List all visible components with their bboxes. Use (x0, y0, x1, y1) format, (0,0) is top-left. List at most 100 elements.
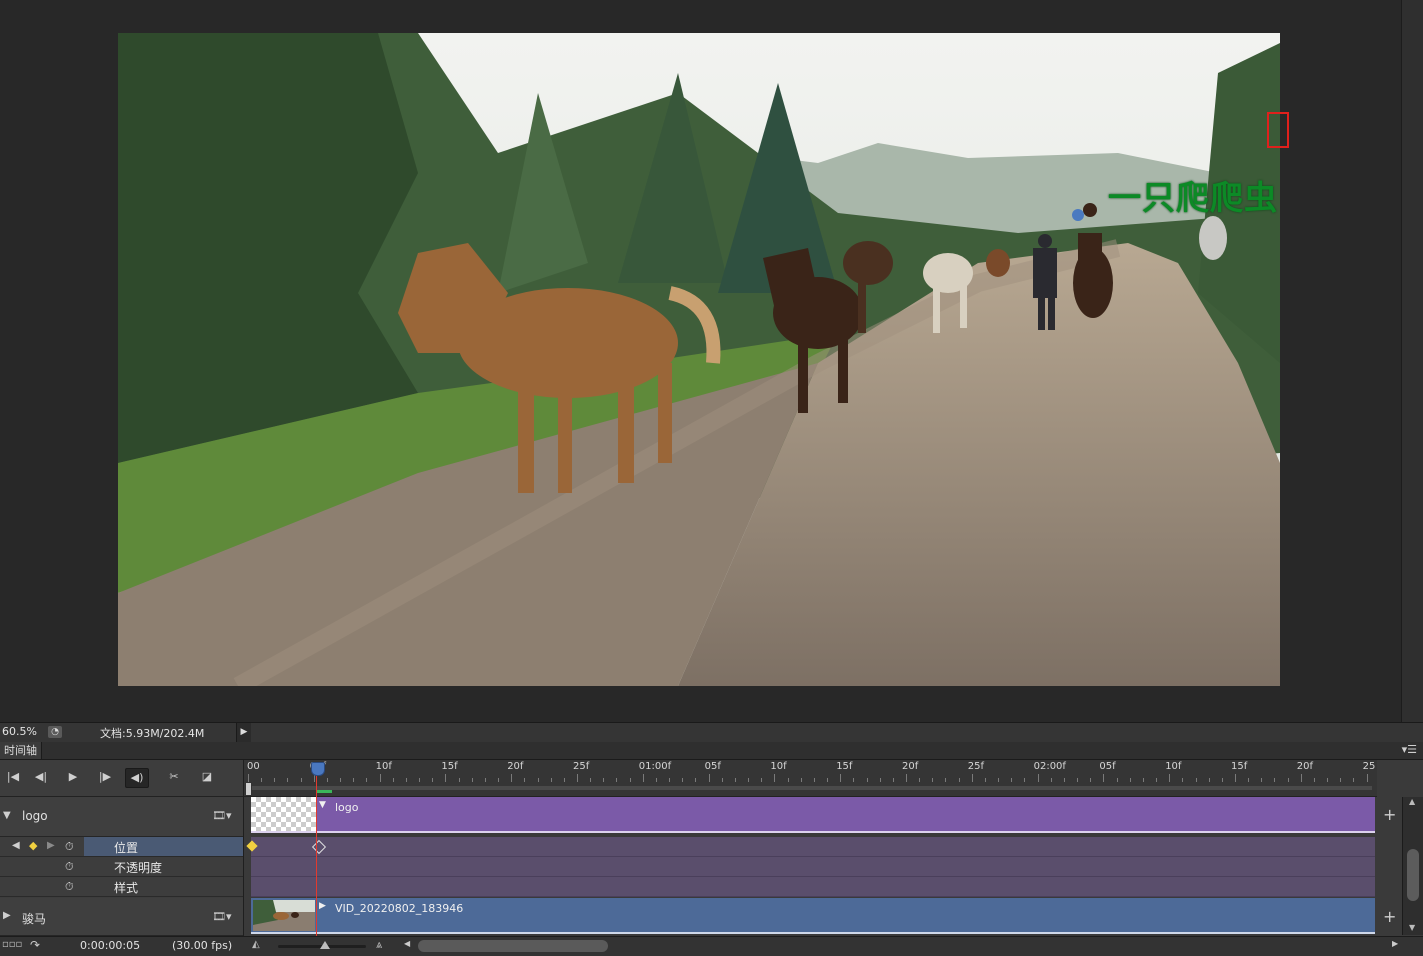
ruler-tick-label: 10f (1165, 761, 1182, 772)
stopwatch-icon[interactable]: ⏱ (65, 860, 74, 874)
ruler-minor-tick (1261, 778, 1263, 782)
keyframe-icon[interactable] (311, 839, 327, 855)
next-keyframe-icon[interactable]: ▶ (47, 840, 55, 851)
tab-timeline[interactable]: 时间轴 (0, 742, 42, 759)
property-label: 不透明度 (114, 861, 163, 875)
ruler-minor-tick (1129, 778, 1131, 782)
ruler-minor-tick (1156, 778, 1158, 782)
property-row-style[interactable]: ⏱ 样式 (0, 877, 243, 897)
scroll-right-icon[interactable]: ▶ (1392, 939, 1398, 948)
film-menu-icon[interactable]: 🎞▾ (212, 910, 232, 923)
zoom-slider-thumb[interactable] (320, 941, 330, 949)
ruler-tick (577, 774, 578, 782)
playback-controls: |◀ ◀| ▶ |▶ ◀) ✂ ◪ (0, 760, 243, 797)
transition-icon[interactable]: ◪ (196, 768, 218, 786)
vertical-scrollbar[interactable] (1401, 0, 1423, 722)
work-area-start-handle[interactable] (245, 782, 252, 796)
ruler-minor-tick (550, 778, 552, 782)
zoom-out-icon[interactable]: ◭ (252, 939, 260, 950)
stopwatch-icon[interactable]: ⏱ (65, 840, 74, 854)
scroll-up-icon[interactable]: ▲ (1409, 797, 1415, 806)
ruler-tick (1169, 774, 1171, 782)
ruler-tick (708, 774, 710, 782)
ruler-minor-tick (1182, 778, 1184, 782)
playhead-handle[interactable] (311, 762, 325, 776)
video-frame[interactable]: 一只爬爬虫 (118, 33, 1280, 686)
ruler-minor-tick (932, 778, 934, 782)
add-keyframe-icon[interactable]: ◆ (29, 839, 37, 852)
panel-menu-icon[interactable]: ▾☰ (1402, 743, 1417, 756)
scroll-thumb[interactable] (1407, 849, 1419, 901)
clip-logo[interactable]: ▼ logo (251, 797, 1375, 833)
ruler-minor-tick (405, 778, 407, 782)
film-menu-icon[interactable]: 🎞▾ (212, 809, 232, 822)
go-to-first-frame-icon[interactable]: |◀ (2, 768, 24, 786)
time-ruler[interactable]: 00 05f 10f 15f 20f 25f 01:00f 05f 10f 15f 20f 25f 02… (244, 760, 1377, 797)
watermark-text[interactable]: 一只爬爬虫 (1108, 171, 1278, 219)
ruler-minor-tick (1024, 778, 1026, 782)
ruler-minor-tick (353, 778, 355, 782)
ruler-minor-tick (734, 778, 736, 782)
timeline-vertical-scrollbar[interactable]: ▲ ▼ (1402, 797, 1423, 935)
scroll-left-icon[interactable]: ◀ (404, 939, 410, 948)
next-frame-icon[interactable]: |▶ (94, 768, 116, 786)
expand-triangle-icon[interactable]: ▶ (3, 910, 11, 921)
ruler-minor-tick (392, 778, 394, 782)
zoom-in-icon[interactable]: ⩓ (376, 938, 382, 952)
zoom-level[interactable]: 60.5% (2, 725, 37, 738)
ruler-minor-tick (1274, 778, 1276, 782)
collapse-triangle-icon[interactable]: ▼ (3, 810, 11, 821)
current-timecode[interactable]: 0:00:00:05 (80, 939, 140, 952)
ruler-minor-tick (1313, 778, 1315, 782)
work-area-bar[interactable] (248, 786, 1372, 790)
horizontal-scroll-thumb[interactable] (418, 940, 608, 952)
stopwatch-icon[interactable]: ⏱ (65, 880, 74, 894)
ruler-tick-label: 01:00f (638, 761, 672, 772)
ruler-minor-tick (813, 778, 815, 782)
add-media-plus-icon[interactable]: + (1383, 907, 1396, 926)
clip-expand-icon[interactable]: ▼ (319, 800, 326, 810)
transparent-thumbnail (251, 797, 316, 831)
ruler-minor-tick (892, 778, 894, 782)
ruler-minor-tick (1142, 778, 1144, 782)
scroll-down-icon[interactable]: ▼ (1409, 923, 1415, 932)
ruler-minor-tick (879, 778, 881, 782)
layer-name: logo (22, 809, 48, 823)
previous-frame-icon[interactable]: ◀| (30, 768, 52, 786)
layer-list: |◀ ◀| ▶ |▶ ◀) ✂ ◪ ▼ logo 🎞▾ ◀ ◆ ▶ ⏱ 位置 ⏱… (0, 760, 244, 955)
audio-toggle-icon[interactable]: ◀) (125, 768, 149, 788)
keyframe-track-opacity[interactable] (251, 857, 1375, 877)
clip-expand-icon[interactable]: ▶ (319, 901, 326, 911)
doc-status-icon[interactable]: ◔ (48, 726, 62, 738)
ruler-minor-tick (669, 778, 671, 782)
selection-bounding-box[interactable] (1267, 112, 1289, 148)
ruler-tick-label: 05f (1099, 761, 1116, 772)
layer-row-logo[interactable]: ▼ logo 🎞▾ (0, 797, 243, 837)
keyframe-track-style[interactable] (251, 877, 1375, 897)
export-arrow-icon[interactable]: ↷ (30, 938, 40, 952)
keyframe-icon[interactable] (246, 840, 258, 852)
play-icon[interactable]: ▶ (62, 768, 84, 786)
document-canvas[interactable]: 一只爬爬虫 (0, 0, 1423, 722)
ruler-minor-tick (1050, 778, 1052, 782)
ruler-tick-label: 10f (770, 761, 787, 772)
playhead-line[interactable] (316, 768, 317, 936)
ruler-minor-tick (537, 778, 539, 782)
ruler-minor-tick (919, 778, 921, 782)
render-video-icon[interactable]: ▫▫▫ (2, 939, 22, 950)
ruler-tick-label: 25f (573, 761, 590, 772)
ruler-minor-tick (748, 778, 750, 782)
layer-row-horses[interactable]: ▶ 骏马 🎞▾ (0, 898, 243, 936)
status-bar: 60.5% ◔ 文档:5.93M/202.4M ▶ (0, 722, 1423, 742)
ruler-minor-tick (682, 778, 684, 782)
add-media-plus-icon[interactable]: + (1383, 805, 1396, 824)
split-scissors-icon[interactable]: ✂ (163, 768, 185, 786)
status-menu-arrow-icon[interactable]: ▶ (236, 723, 251, 742)
document-size: 文档:5.93M/202.4M (100, 727, 205, 740)
property-row-position[interactable]: ◀ ◆ ▶ ⏱ 位置 (0, 837, 243, 857)
keyframe-track-position[interactable] (246, 837, 1375, 857)
ruler-tick-label: 20f (507, 761, 524, 772)
property-row-opacity[interactable]: ⏱ 不透明度 (0, 857, 243, 877)
prev-keyframe-icon[interactable]: ◀ (12, 840, 20, 851)
clip-video[interactable]: ▶ VID_20220802_183946 (251, 898, 1375, 934)
